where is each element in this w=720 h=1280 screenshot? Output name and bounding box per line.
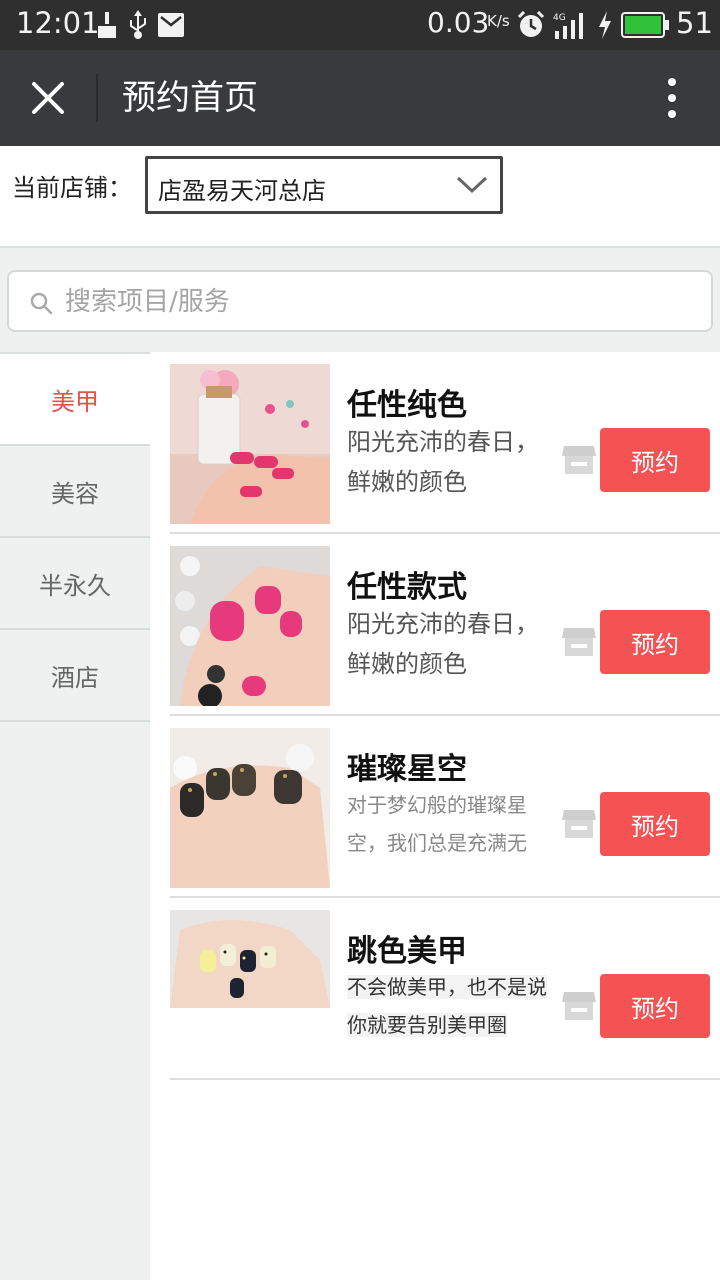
broom-icon <box>98 12 116 38</box>
usb-icon <box>130 10 146 39</box>
search-box[interactable] <box>7 270 713 332</box>
battery-level: 51 <box>676 6 713 40</box>
net-speed: 0.03 <box>427 6 490 39</box>
category-sidebar: 美甲 美容 半永久 酒店 <box>0 352 150 1280</box>
service-image <box>170 364 330 524</box>
alarm-icon <box>517 11 545 37</box>
service-list: 任性纯色 阳光充沛的春日，鲜嫩的颜色 预约 任性款式 阳光充沛的春日，鲜嫩的颜色… <box>170 352 720 1080</box>
service-image <box>170 728 330 888</box>
sidebar-item-beauty[interactable]: 美容 <box>0 446 150 538</box>
store-select-value: 店盈易天河总店 <box>158 177 326 205</box>
list-item[interactable]: 任性款式 阳光充沛的春日，鲜嫩的颜色 预约 <box>170 534 720 716</box>
battery-icon <box>621 12 669 38</box>
sidebar-item-label: 酒店 <box>51 663 99 692</box>
book-button[interactable]: 预约 <box>600 428 710 492</box>
service-image <box>170 910 330 1008</box>
more-icon[interactable] <box>650 74 694 122</box>
status-bar: 12:01 0.03 K/s 4G 51 <box>0 0 720 50</box>
sidebar-item-semi-permanent[interactable]: 半永久 <box>0 538 150 630</box>
svg-text:4G: 4G <box>553 13 566 23</box>
list-item[interactable]: 跳色美甲 不会做美甲，也不是说你就要告别美甲圈 预约 <box>170 898 720 1080</box>
charging-icon <box>599 11 611 39</box>
sidebar-item-label: 美甲 <box>51 387 99 416</box>
sidebar-item-label: 半永久 <box>39 571 111 600</box>
store-icon[interactable] <box>562 990 596 1022</box>
store-row: 当前店铺： 店盈易天河总店 <box>0 146 720 246</box>
service-image <box>170 546 330 706</box>
service-desc: 阳光充沛的春日，鲜嫩的颜色 <box>347 610 539 678</box>
status-icons-right: 4G <box>517 9 669 41</box>
status-icons-left <box>96 9 184 41</box>
sidebar-item-hotel[interactable]: 酒店 <box>0 630 150 722</box>
book-button[interactable]: 预约 <box>600 610 710 674</box>
search-area <box>0 246 720 352</box>
store-icon[interactable] <box>562 444 596 476</box>
store-label: 当前店铺： <box>12 174 132 202</box>
service-desc: 不会做美甲，也不是说你就要告别美甲圈 <box>347 968 549 1048</box>
service-name: 璀璨星空 <box>347 752 467 787</box>
close-icon[interactable] <box>24 74 72 122</box>
title-bar: 预约首页 <box>0 50 720 146</box>
service-desc: 阳光充沛的春日，鲜嫩的颜色 <box>347 428 539 496</box>
service-desc-text: 不会做美甲，也不是说你就要告别美甲圈 <box>347 975 547 1037</box>
page-title: 预约首页 <box>122 78 258 118</box>
sidebar-item-label: 美容 <box>51 479 99 508</box>
chevron-down-icon <box>456 176 488 194</box>
book-button[interactable]: 预约 <box>600 792 710 856</box>
status-time: 12:01 <box>16 6 100 40</box>
service-desc: 对于梦幻般的璀璨星空，我们总是充满无 <box>347 793 527 855</box>
store-icon[interactable] <box>562 626 596 658</box>
search-icon <box>30 292 53 315</box>
service-name: 任性纯色 <box>347 388 467 423</box>
book-button[interactable]: 预约 <box>600 974 710 1038</box>
mail-icon <box>158 13 184 37</box>
sidebar-item-nail[interactable]: 美甲 <box>0 354 150 446</box>
list-item[interactable]: 任性纯色 阳光充沛的春日，鲜嫩的颜色 预约 <box>170 352 720 534</box>
list-item[interactable]: 璀璨星空 对于梦幻般的璀璨星空，我们总是充满无 预约 <box>170 716 720 898</box>
store-icon[interactable] <box>562 808 596 840</box>
store-select[interactable]: 店盈易天河总店 <box>145 156 503 214</box>
service-name: 任性款式 <box>347 570 467 605</box>
title-divider <box>96 74 98 122</box>
search-input[interactable] <box>65 284 665 320</box>
net-speed-unit: K/s <box>487 12 510 30</box>
signal-4g-icon: 4G <box>553 13 583 39</box>
service-name: 跳色美甲 <box>347 934 467 969</box>
